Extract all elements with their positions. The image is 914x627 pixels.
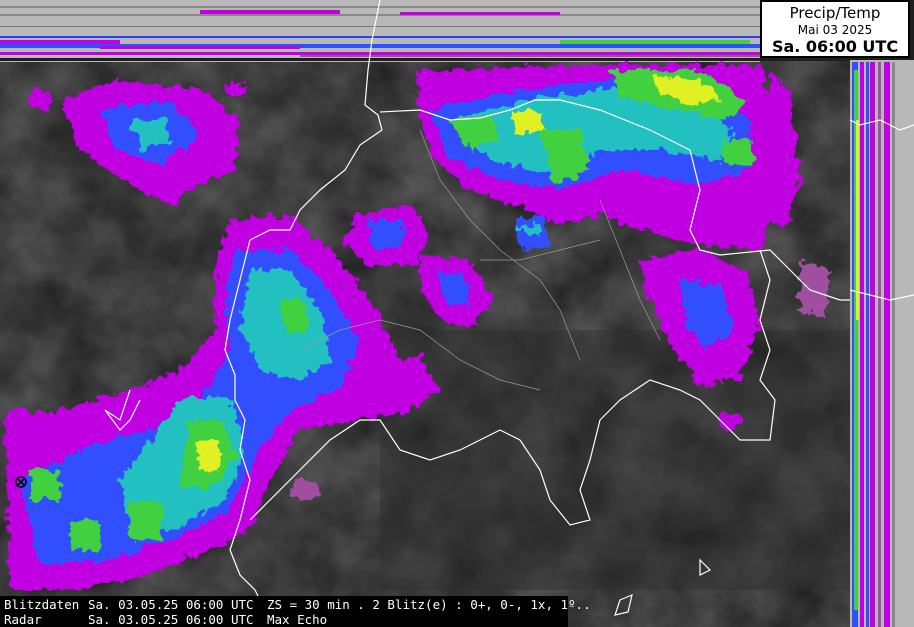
- alpine-relief: [380, 330, 850, 590]
- info-timestamp: Sa. 03.05.25 06:00 UTC: [88, 597, 254, 612]
- right-frame: [850, 60, 914, 627]
- info-label: Blitzdaten: [4, 597, 80, 612]
- info-detail: ZS = 30 min . 2 Blitz(e) : 0+, 0-, 1x, 1…: [267, 597, 591, 612]
- info-row-radar: Radar Sa. 03.05.25 06:00 UTC Max Echo: [4, 612, 327, 627]
- top-frame: [0, 0, 850, 62]
- info-detail: Max Echo: [267, 612, 328, 627]
- product-date: Mai 03 2025: [797, 23, 873, 37]
- product-time: Sa. 06:00 UTC: [771, 37, 899, 56]
- info-timestamp: Sa. 03.05.25 06:00 UTC: [88, 612, 254, 627]
- product-title: Precip/Temp: [789, 4, 881, 22]
- radar-map[interactable]: [0, 0, 914, 627]
- info-row-lightning: Blitzdaten Sa. 03.05.25 06:00 UTC ZS = 30 …: [4, 597, 591, 612]
- info-label: Radar: [4, 612, 42, 627]
- info-bar: Blitzdaten Sa. 03.05.25 06:00 UTC ZS = 30 …: [0, 596, 591, 627]
- title-box: Precip/Temp Mai 03 2025 Sa. 06:00 UTC: [760, 0, 910, 58]
